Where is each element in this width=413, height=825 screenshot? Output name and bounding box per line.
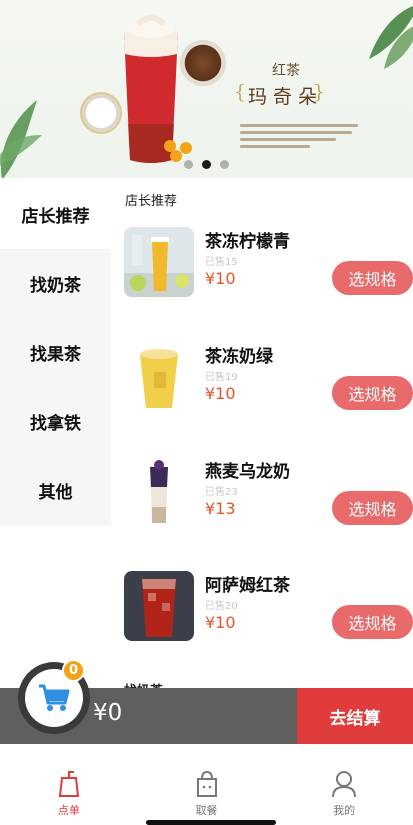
product-image (124, 227, 194, 297)
carousel-dot-active[interactable] (202, 160, 211, 169)
select-spec-button[interactable]: 选规格 (332, 491, 413, 525)
product-price: ¥10 (205, 384, 236, 403)
select-spec-button[interactable]: 选规格 (332, 261, 413, 295)
product-price: ¥10 (205, 269, 236, 288)
carousel-dot[interactable] (184, 160, 193, 169)
bottom-tab-bar: 点单 取餐 我的 (0, 752, 413, 825)
promo-banner[interactable]: 红茶 玛奇朵 (0, 0, 413, 178)
product-image (124, 342, 194, 412)
select-spec-button[interactable]: 选规格 (332, 376, 413, 410)
carousel-indicator (0, 160, 413, 169)
shopping-cart-icon (39, 684, 70, 711)
home-indicator (146, 820, 276, 825)
product-image (124, 571, 194, 641)
select-spec-button[interactable]: 选规格 (332, 605, 413, 639)
product-sold-count: 已售20 (205, 601, 238, 612)
banner-subtitle: 红茶 (272, 63, 300, 79)
category-item-latte[interactable]: 找拿铁 (0, 387, 111, 456)
carousel-dot[interactable] (220, 160, 229, 169)
product-name: 茶冻柠檬青 (205, 232, 290, 252)
product-item[interactable]: 茶冻柠檬青 已售15 ¥10 选规格 (124, 227, 413, 301)
tab-profile[interactable]: 我的 (275, 752, 413, 825)
product-image (124, 457, 194, 527)
tea-leaf-bowl-image (180, 40, 226, 86)
order-icon (58, 771, 79, 797)
product-sold-count: 已售23 (205, 487, 238, 498)
section-title: 店长推荐 (125, 194, 178, 209)
product-item[interactable]: 燕麦乌龙奶 已售23 ¥13 选规格 (124, 457, 413, 531)
cart-count-badge: 0 (62, 659, 85, 682)
product-name: 阿萨姆红茶 (205, 576, 290, 596)
banner-description-text (240, 124, 358, 152)
orange-fruit-image (164, 140, 176, 152)
category-item-fruit-tea[interactable]: 找果茶 (0, 318, 111, 387)
tab-label: 取餐 (195, 804, 218, 817)
category-sidebar: 店长推荐 找奶茶 找果茶 找拿铁 其他 (0, 180, 111, 526)
product-price: ¥10 (205, 613, 236, 632)
product-price: ¥13 (205, 499, 236, 518)
bag-icon (196, 770, 217, 797)
leaf-decoration-icon (369, 5, 413, 69)
banner-title: 玛奇朵 (234, 81, 331, 109)
tab-pickup[interactable]: 取餐 (138, 752, 276, 825)
product-sold-count: 已售15 (205, 257, 238, 268)
product-sold-count: 已售19 (205, 372, 238, 383)
tab-order[interactable]: 点单 (0, 752, 138, 825)
orange-fruit-image (180, 142, 192, 154)
saucer-image (80, 92, 122, 134)
tab-label: 点单 (57, 804, 80, 817)
user-icon (332, 771, 357, 798)
product-item[interactable]: 阿萨姆红茶 已售20 ¥10 选规格 (124, 571, 413, 645)
product-item[interactable]: 茶冻奶绿 已售19 ¥10 选规格 (124, 342, 413, 416)
category-item-milk-tea[interactable]: 找奶茶 (0, 249, 111, 318)
category-item-other[interactable]: 其他 (0, 456, 111, 525)
checkout-button[interactable]: 去结算 (297, 688, 413, 744)
product-name: 燕麦乌龙奶 (205, 462, 290, 482)
product-name: 茶冻奶绿 (205, 347, 273, 367)
cart-total: ¥0 (93, 700, 123, 726)
category-item-manager-picks[interactable]: 店长推荐 (0, 180, 111, 249)
tab-label: 我的 (333, 804, 356, 817)
